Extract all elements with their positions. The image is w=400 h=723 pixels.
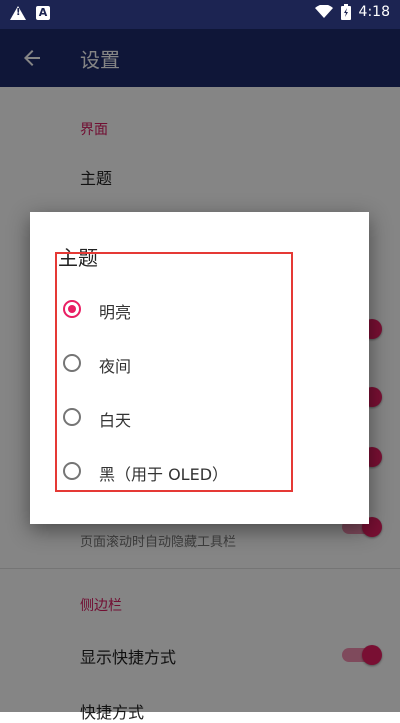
a-icon: A	[36, 6, 50, 20]
highlight-box	[55, 252, 293, 492]
wifi-icon	[314, 5, 333, 18]
status-time: 4:18	[358, 4, 390, 20]
status-bar: A 4:18	[0, 0, 400, 29]
battery-icon	[340, 4, 351, 20]
warning-icon	[10, 6, 26, 20]
